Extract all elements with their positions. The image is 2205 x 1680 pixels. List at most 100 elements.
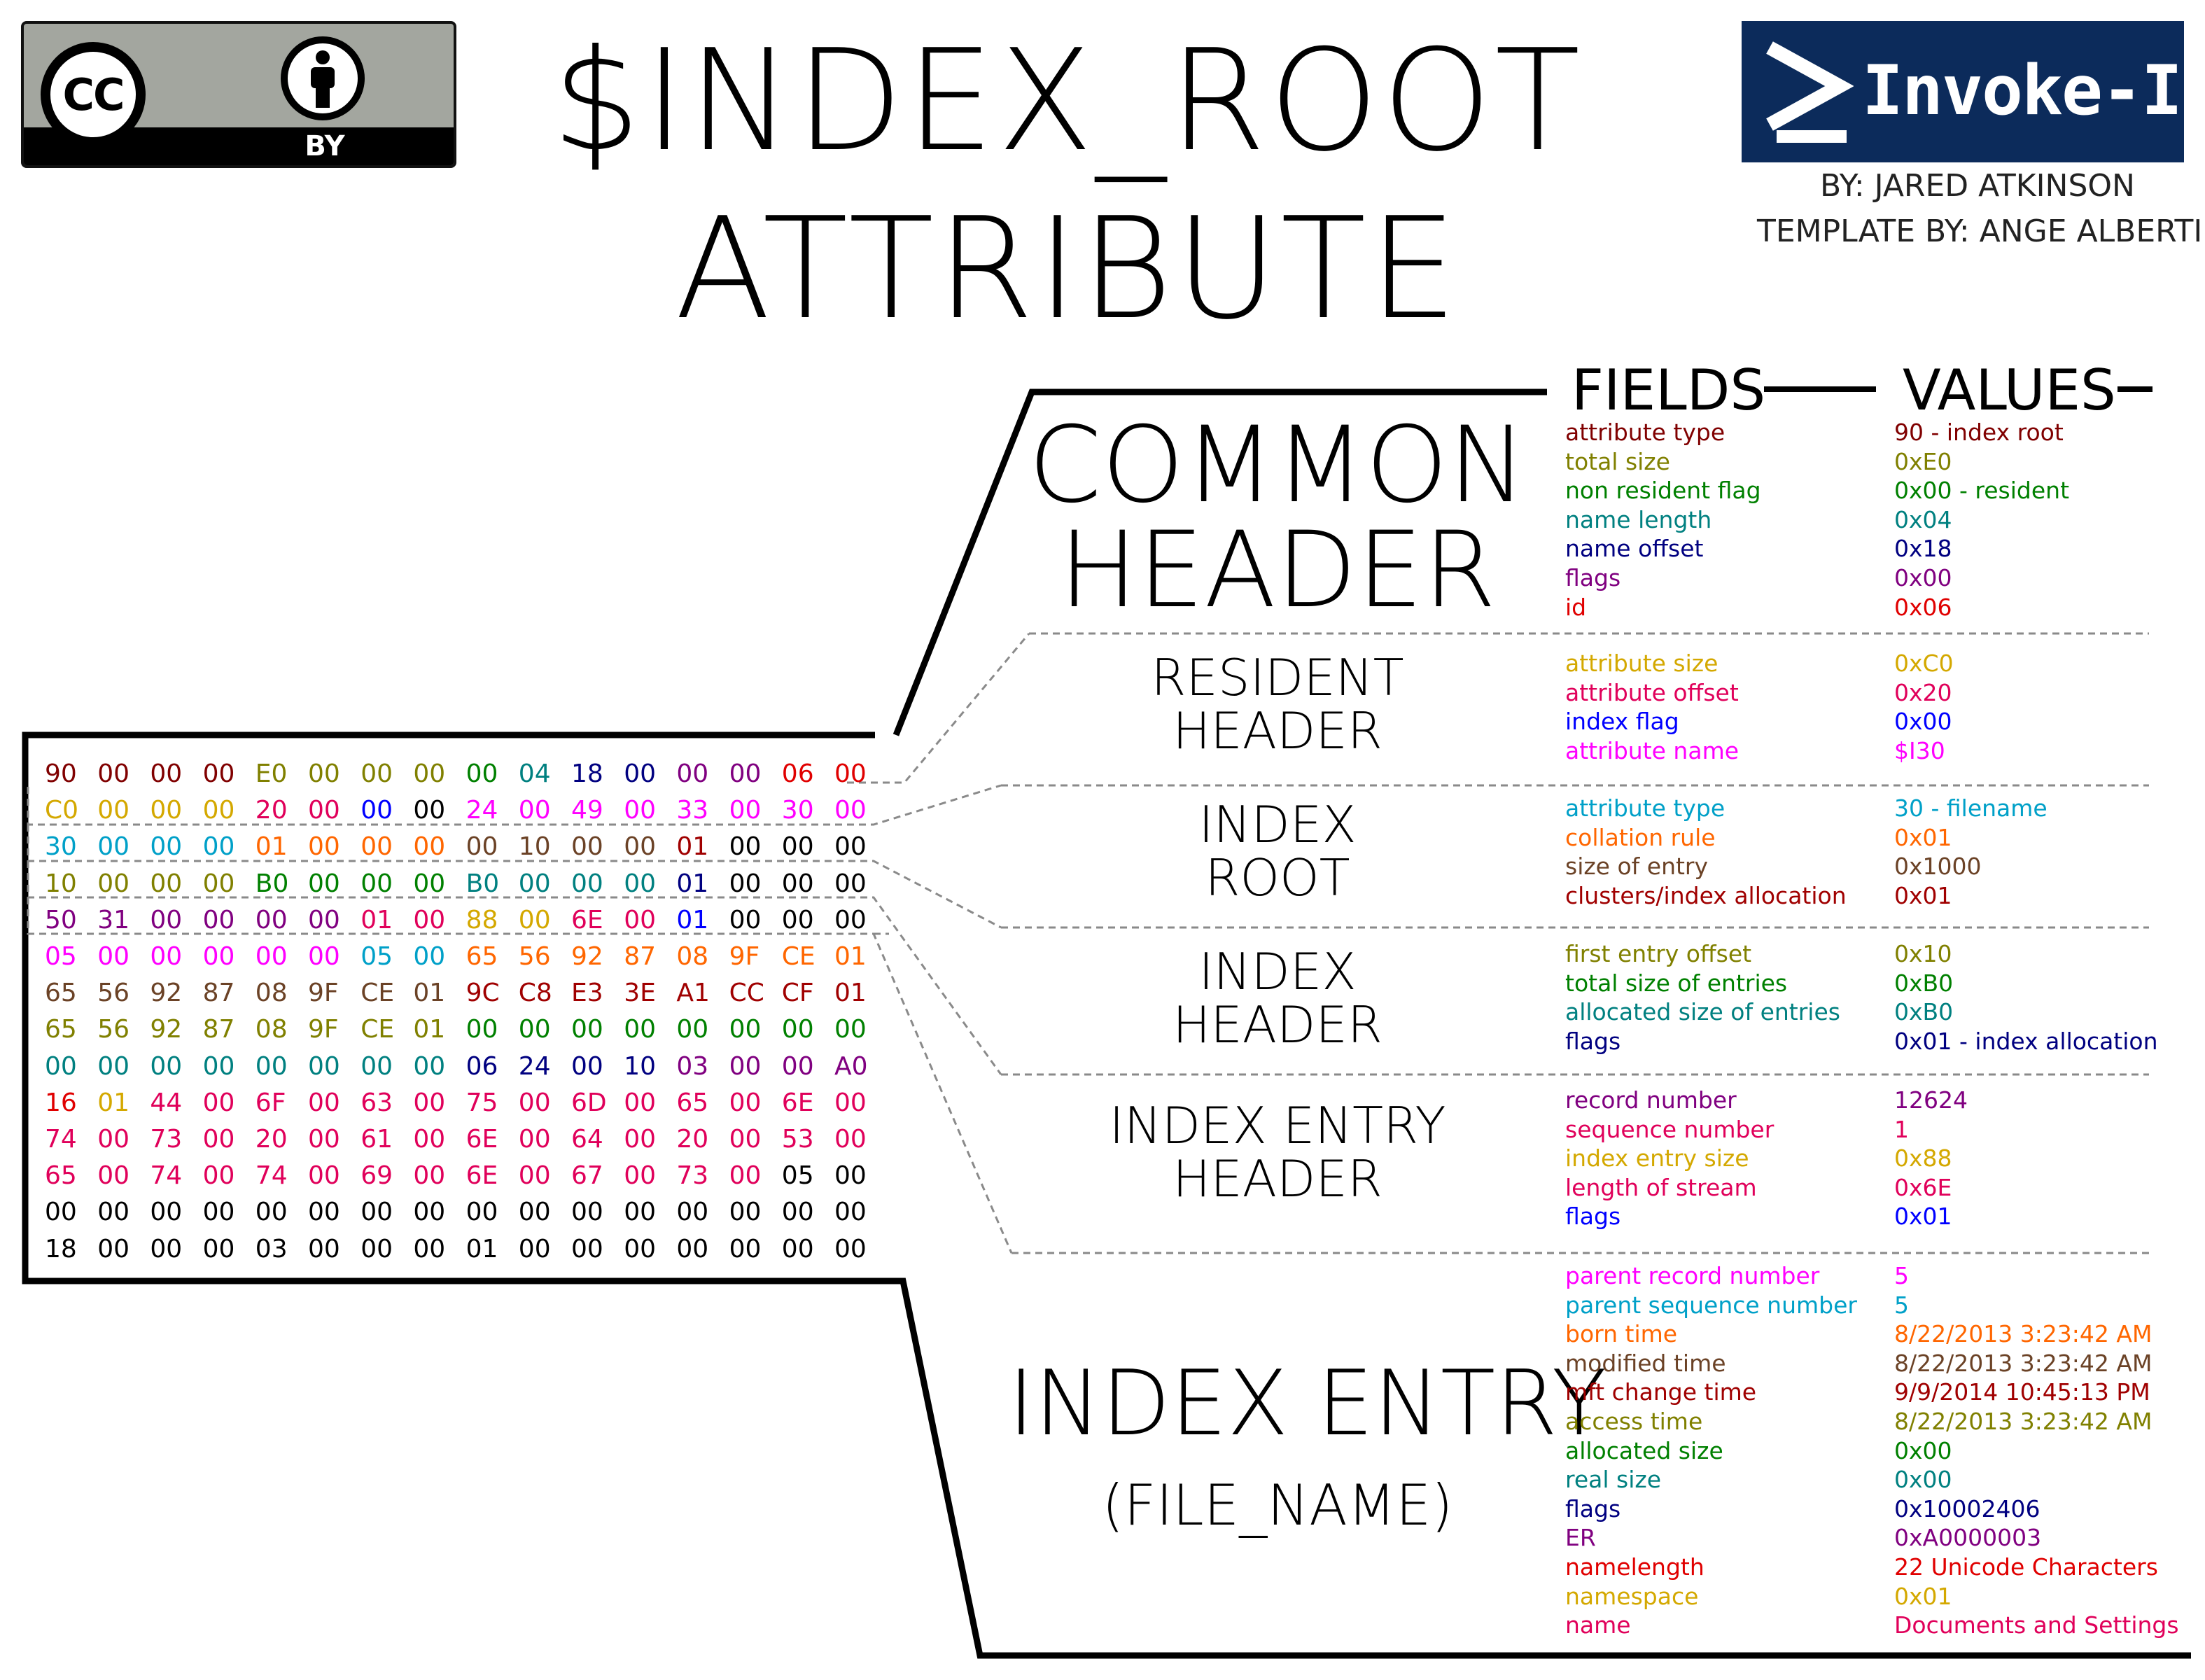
hex-byte: 00: [413, 905, 446, 934]
creative-commons-icon: CC: [41, 42, 146, 147]
hex-byte: 00: [729, 796, 762, 825]
hex-byte: 00: [360, 796, 393, 825]
field-name: name length: [1565, 505, 1712, 533]
hex-byte: 00: [360, 869, 393, 898]
hex-byte: 00: [465, 1198, 498, 1227]
hex-byte: 01: [465, 1234, 498, 1264]
field-name: access time: [1565, 1408, 1703, 1435]
field-value: 0x1000: [1894, 853, 1982, 881]
hex-byte: 18: [45, 1234, 77, 1264]
field-value: 0x01 - index allocation: [1894, 1027, 2158, 1055]
field-name: flags: [1565, 1027, 1621, 1055]
hex-byte: 00: [834, 796, 867, 825]
field-value: 0x01: [1894, 1203, 1952, 1231]
hex-byte: 6E: [781, 1088, 814, 1117]
hex-byte: 24: [518, 1051, 551, 1081]
hex-byte: 9F: [308, 979, 339, 1008]
hex-byte: 00: [413, 832, 446, 862]
field-name: born time: [1565, 1320, 1678, 1348]
hex-byte: 10: [624, 1051, 656, 1081]
hex-byte: 01: [413, 979, 446, 1008]
hex-byte: 00: [97, 1234, 130, 1264]
hex-byte: 00: [308, 832, 340, 862]
hex-byte: 00: [624, 905, 656, 934]
hex-byte: 00: [413, 869, 446, 898]
hex-byte: 00: [308, 760, 340, 788]
hex-byte: 3E: [624, 979, 656, 1008]
hex-byte: 73: [150, 1125, 183, 1154]
hex-byte: 00: [413, 942, 446, 971]
hex-byte: 01: [97, 1088, 130, 1117]
hex-byte: 00: [624, 1198, 656, 1227]
hex-byte: 00: [308, 869, 340, 898]
hex-byte: 00: [781, 869, 814, 898]
hex-byte: 00: [202, 1051, 235, 1081]
hex-byte: 00: [308, 796, 340, 825]
hex-byte: 00: [729, 760, 762, 788]
hex-byte: 87: [202, 979, 235, 1008]
hex-byte: 00: [150, 905, 183, 934]
hex-byte: 01: [676, 869, 709, 898]
hex-byte: 01: [413, 1015, 446, 1044]
hex-byte: 01: [360, 905, 393, 934]
hex-byte: 6E: [465, 1161, 498, 1191]
hex-byte: 00: [729, 905, 762, 934]
hex-byte: 00: [518, 1015, 551, 1044]
hex-byte: 00: [624, 760, 656, 788]
hex-byte: 65: [45, 1015, 77, 1044]
field-value: 0x10002406: [1894, 1494, 2040, 1522]
hex-byte: 00: [308, 1234, 340, 1264]
hex-byte: 74: [45, 1125, 77, 1154]
hex-byte: 00: [202, 1198, 235, 1227]
hex-byte: 00: [518, 869, 551, 898]
field-name: flags: [1565, 564, 1621, 592]
hex-byte: 00: [729, 1051, 762, 1081]
hex-byte: 00: [676, 1198, 709, 1227]
hex-byte: 00: [834, 1161, 867, 1191]
hex-byte: 00: [571, 1051, 603, 1081]
field-value: 0x10: [1894, 940, 1952, 967]
field-value: 0x01: [1894, 1582, 1952, 1610]
hex-byte: 6F: [255, 1088, 286, 1117]
hex-byte: 06: [465, 1051, 498, 1081]
field-name: modified time: [1565, 1349, 1726, 1377]
hex-byte: 00: [150, 1198, 183, 1227]
field-value: 0x00: [1894, 708, 1952, 736]
hex-byte: 00: [676, 760, 709, 788]
values-heading: VALUES: [1903, 358, 2116, 423]
hex-byte: 00: [360, 1198, 393, 1227]
hex-byte: 00: [150, 796, 183, 825]
hex-byte: 05: [45, 942, 77, 971]
hex-byte: 00: [97, 942, 130, 971]
hex-byte: 00: [150, 942, 183, 971]
hex-byte: 6D: [571, 1088, 607, 1117]
hex-byte: 00: [834, 832, 867, 862]
hex-byte: 00: [676, 1015, 709, 1044]
field-name: size of entry: [1565, 853, 1709, 881]
field-value: 0x20: [1894, 678, 1952, 706]
field-name: ER: [1565, 1524, 1596, 1552]
hex-byte: 00: [255, 905, 288, 934]
hex-byte: 00: [413, 760, 446, 788]
hex-byte: 20: [255, 1125, 288, 1154]
hex-byte: 00: [781, 1015, 814, 1044]
hex-byte: 00: [97, 832, 130, 862]
hex-byte: CE: [781, 942, 816, 971]
field-value: 30 - filename: [1894, 794, 2047, 822]
hex-byte: 92: [150, 979, 183, 1008]
hex-byte: 00: [624, 1234, 656, 1264]
resident-header-label-line-2: HEADER: [1172, 701, 1382, 760]
hex-byte: 56: [97, 979, 130, 1008]
field-name: mft change time: [1565, 1378, 1757, 1406]
common-header-label-line-1: COMMON: [1028, 405, 1527, 526]
hex-byte: 50: [45, 905, 77, 934]
hex-byte: 00: [518, 1125, 551, 1154]
hex-byte: 00: [413, 1198, 446, 1227]
hex-byte: 87: [624, 942, 656, 971]
hex-byte: 00: [624, 1161, 656, 1191]
hex-byte: 16: [45, 1088, 77, 1117]
hex-byte: 01: [255, 832, 288, 862]
hex-byte: 00: [676, 1234, 709, 1264]
hex-byte: 65: [45, 1161, 77, 1191]
field-value: Documents and Settings: [1894, 1611, 2179, 1639]
